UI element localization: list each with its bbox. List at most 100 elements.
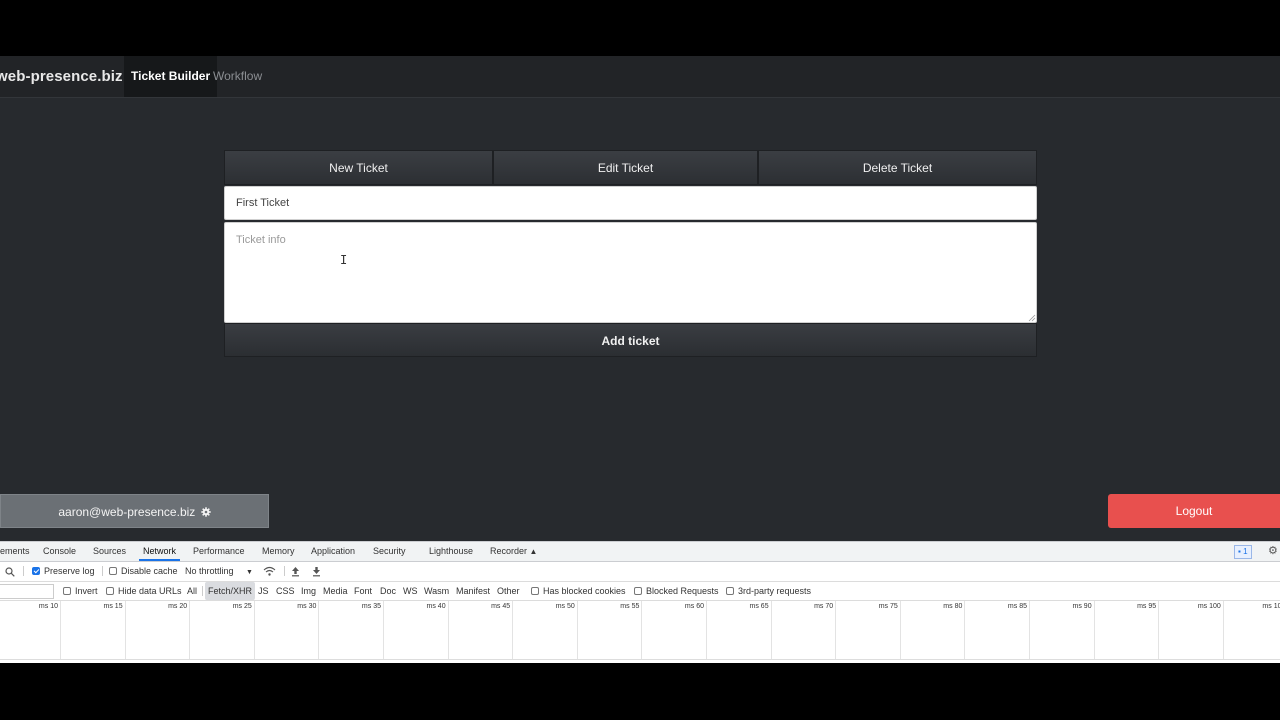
timeline-tick-label: 20 ms — [168, 603, 188, 610]
ticket-title-input[interactable] — [224, 186, 1037, 220]
toolbar-divider — [102, 566, 103, 576]
filter-type-wasm[interactable]: Wasm — [421, 582, 452, 600]
timeline-tick-label: 30 ms — [297, 603, 317, 610]
timeline-gridline — [1029, 601, 1030, 659]
timeline-tick-label: 90 ms — [1072, 603, 1092, 610]
search-icon[interactable] — [5, 567, 15, 577]
toolbar-divider — [23, 566, 24, 576]
network-conditions-icon[interactable] — [263, 566, 276, 577]
timeline-gridline — [706, 601, 707, 659]
disable-cache-checkbox[interactable]: Disable cache — [109, 562, 178, 581]
timeline-gridline — [576, 601, 578, 659]
checkbox-icon — [109, 567, 117, 575]
issues-badge[interactable]: ▪ 1 — [1234, 545, 1252, 559]
add-ticket-button[interactable]: Add ticket — [224, 323, 1037, 357]
preserve-log-label: Preserve log — [44, 566, 95, 576]
filter-type-css[interactable]: CSS — [273, 582, 298, 600]
timeline-gridline — [899, 601, 901, 659]
filter-type-js[interactable]: JS — [255, 582, 272, 600]
timeline-gridline — [60, 601, 61, 659]
import-har-icon[interactable] — [291, 566, 300, 577]
timeline-gridline — [641, 601, 643, 659]
checkbox-icon — [634, 587, 642, 595]
timeline-gridline — [124, 601, 126, 659]
filter-type-media[interactable]: Media — [320, 582, 351, 600]
has-blocked-cookies-label: Has blocked cookies — [543, 586, 626, 596]
invert-checkbox[interactable]: Invert — [63, 582, 98, 600]
ticket-action-group: New Ticket Edit Ticket Delete Ticket — [224, 150, 1037, 185]
export-har-icon[interactable] — [312, 566, 321, 577]
throttling-select[interactable]: No throttling ▼ — [185, 562, 253, 581]
filter-type-manifest[interactable]: Manifest — [453, 582, 493, 600]
filter-type-all[interactable]: All — [184, 582, 200, 600]
devtools-tab-memory[interactable]: Memory — [262, 542, 295, 561]
timeline-tick-label: 95 ms — [1137, 603, 1157, 610]
ticket-app: web-presence.biz Ticket Builder Workflow… — [0, 56, 1280, 541]
third-party-requests-label: 3rd-party requests — [738, 586, 812, 596]
resize-grip-icon[interactable] — [1028, 314, 1036, 322]
timeline-tick-label: 105 ms — [1262, 603, 1280, 610]
timeline-gridline — [1093, 601, 1095, 659]
timeline-gridline — [318, 601, 320, 659]
top-navbar: web-presence.biz Ticket Builder Workflow — [0, 56, 1280, 98]
timeline-tick-label: 65 ms — [749, 603, 769, 610]
hide-data-urls-checkbox[interactable]: Hide data URLs — [106, 582, 182, 600]
devtools-settings-icon[interactable]: ⚙ — [1268, 544, 1278, 557]
timeline-tick-label: 85 ms — [1007, 603, 1027, 610]
devtools-tab-security[interactable]: Security — [373, 542, 406, 561]
devtools-panel: ements Console Sources Network Performan… — [0, 541, 1280, 663]
delete-ticket-button[interactable]: Delete Ticket — [758, 150, 1037, 185]
third-party-requests-checkbox[interactable]: 3rd-party requests — [726, 582, 811, 600]
brand-name[interactable]: web-presence.biz — [0, 56, 123, 97]
ticket-info-textarea[interactable] — [224, 222, 1037, 323]
toolbar-divider — [284, 566, 285, 576]
timeline-tick-label: 10 ms — [38, 603, 58, 610]
nav-tab-ticket-builder[interactable]: Ticket Builder — [124, 56, 218, 97]
filter-type-fetch-xhr[interactable]: Fetch/XHR — [205, 582, 256, 600]
has-blocked-cookies-checkbox[interactable]: Has blocked cookies — [531, 582, 626, 600]
filter-type-ws[interactable]: WS — [400, 582, 421, 600]
new-ticket-button[interactable]: New Ticket — [224, 150, 493, 185]
disable-cache-label: Disable cache — [121, 566, 178, 576]
blocked-requests-checkbox[interactable]: Blocked Requests — [634, 582, 719, 600]
timeline-tick-label: 75 ms — [878, 603, 898, 610]
timeline-gridline — [189, 601, 191, 659]
timeline-tick-label: 15 ms — [103, 603, 123, 610]
timeline-tick-label: 80 ms — [943, 603, 963, 610]
chevron-down-icon: ▼ — [246, 569, 253, 576]
user-account-button[interactable]: aaron@web-presence.biz — [0, 494, 269, 528]
devtools-tab-lighthouse[interactable]: Lighthouse — [429, 542, 473, 561]
network-filter-bar: Invert Hide data URLs All Fetch/XHR JS C… — [0, 582, 1280, 601]
recorder-label: Recorder — [490, 546, 528, 556]
checkbox-icon — [726, 587, 734, 595]
devtools-tab-console[interactable]: Console — [43, 542, 76, 561]
timeline-gridline — [253, 601, 255, 659]
checkbox-checked-icon — [32, 567, 40, 575]
filter-input[interactable] — [0, 584, 54, 599]
timeline-gridline — [447, 601, 449, 659]
filter-type-other[interactable]: Other — [494, 582, 523, 600]
devtools-tab-network[interactable]: Network — [139, 542, 181, 561]
checkbox-icon — [531, 587, 539, 595]
devtools-tab-performance[interactable]: Performance — [193, 542, 245, 561]
timeline-tick-label: 100 ms — [1197, 603, 1221, 610]
logout-button[interactable]: Logout — [1108, 494, 1280, 528]
timeline-tick-label: 70 ms — [814, 603, 834, 610]
flask-icon: ▲ — [529, 547, 538, 556]
filter-divider — [202, 586, 203, 596]
filter-type-img[interactable]: Img — [298, 582, 319, 600]
edit-ticket-button[interactable]: Edit Ticket — [493, 150, 758, 185]
timeline-gridline — [835, 601, 837, 659]
timeline-gridline — [1158, 601, 1160, 659]
devtools-tab-recorder[interactable]: Recorder ▲ — [490, 542, 537, 561]
nav-tab-workflow[interactable]: Workflow — [206, 56, 269, 97]
filter-type-font[interactable]: Font — [351, 582, 375, 600]
filter-type-doc[interactable]: Doc — [377, 582, 399, 600]
devtools-tab-elements[interactable]: ements — [0, 542, 30, 561]
network-overview-timeline[interactable]: 10 ms 15 ms 20 ms 25 ms 30 ms 35 ms 40 ms 45 ms… — [0, 601, 1280, 660]
devtools-tab-sources[interactable]: Sources — [93, 542, 126, 561]
preserve-log-checkbox[interactable]: Preserve log — [32, 562, 95, 581]
timeline-tick-label: 35 ms — [361, 603, 381, 610]
message-icon: ▪ — [1238, 547, 1241, 556]
devtools-tab-application[interactable]: Application — [311, 542, 355, 561]
